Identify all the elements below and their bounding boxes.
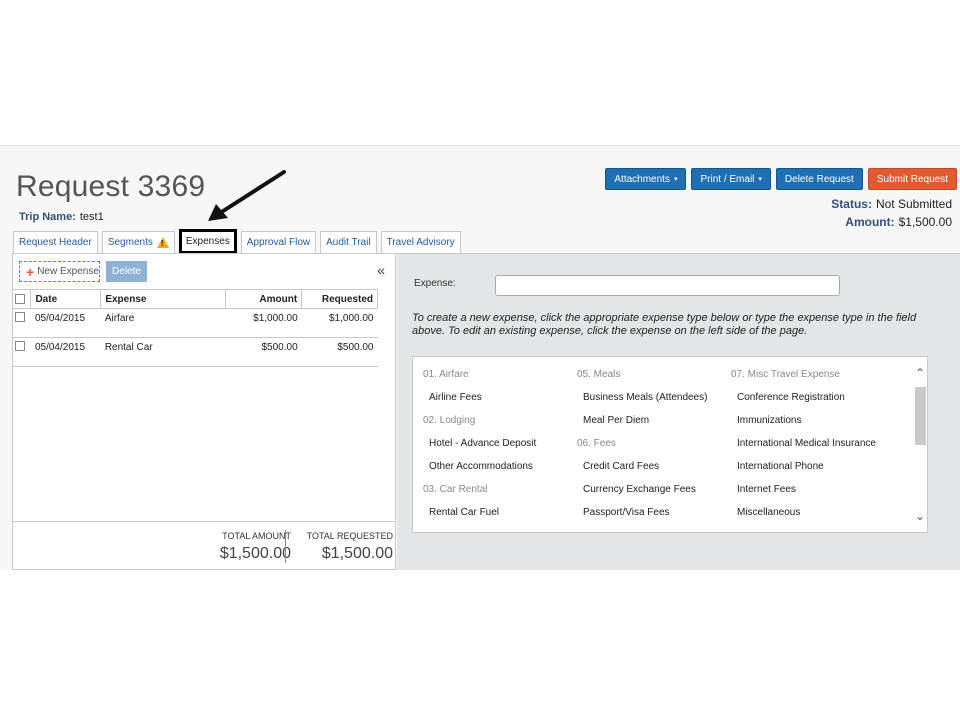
scrollbar-thumb[interactable] — [915, 387, 926, 445]
expense-field-label: Expense: — [414, 278, 456, 289]
chevron-up-icon[interactable]: ⌃ — [915, 366, 925, 380]
list-item[interactable]: Other Accommodations — [413, 461, 563, 484]
new-expense-button[interactable]: + New Expense — [19, 261, 100, 282]
trip-name-value: test1 — [79, 211, 104, 223]
tab-approval-flow[interactable]: Approval Flow — [240, 231, 317, 253]
tab-travel-advisory[interactable]: Travel Advisory — [380, 231, 461, 253]
total-requested-label: TOTAL REQUESTED — [306, 531, 393, 541]
total-amount: TOTAL AMOUNT $1,500.00 — [220, 531, 291, 563]
trip-name-label: Trip Name: — [19, 211, 76, 223]
tab-request-header[interactable]: Request Header — [13, 231, 98, 253]
group-heading: 05. Meals — [577, 369, 621, 380]
tab-expenses[interactable]: Expenses — [178, 229, 237, 254]
toolbar: Attachments ▾ Print / Email ▾ Delete Reque… — [605, 168, 957, 190]
cell-date: 05/04/2015 — [30, 308, 101, 338]
group-heading: 07. Misc Travel Expense — [731, 369, 840, 380]
list-item[interactable]: Hotel - Advance Deposit — [413, 438, 563, 461]
attachments-button[interactable]: Attachments ▾ — [605, 168, 687, 190]
column-header-amount[interactable]: Amount — [225, 289, 303, 309]
list-item[interactable]: Meal Per Diem — [567, 415, 717, 438]
cell-amount: $500.00 — [225, 337, 302, 367]
tab-segments-label: Segments — [107, 237, 153, 248]
group-heading: 06. Fees — [577, 438, 616, 449]
status-value: Not Submitted — [875, 197, 952, 211]
totals-bar: TOTAL AMOUNT $1,500.00 TOTAL REQUESTED $… — [13, 521, 395, 569]
column-header-expense[interactable]: Expense — [100, 289, 227, 309]
cell-requested: $1,000.00 — [301, 308, 378, 338]
tab-audit-trail[interactable]: Audit Trail — [320, 231, 377, 253]
expenses-list-panel: + New Expense Delete « Date Expense Amou… — [12, 253, 396, 570]
expense-type-column: 01. Airfare Airline Fees 02. Lodging Hot… — [413, 369, 563, 530]
list-item[interactable]: Miscellaneous — [721, 507, 911, 530]
totals-divider — [285, 530, 286, 563]
tab-segments[interactable]: Segments ! — [101, 231, 175, 253]
list-item[interactable]: Currency Exchange Fees — [567, 484, 717, 507]
attachments-label: Attachments — [614, 173, 670, 185]
total-requested: TOTAL REQUESTED $1,500.00 — [307, 531, 393, 563]
list-item[interactable]: Credit Card Fees — [567, 461, 717, 484]
cell-requested: $500.00 — [301, 337, 378, 367]
submit-request-button[interactable]: Submit Request — [867, 168, 957, 190]
request-page: Request 3369 Trip Name: test1 Attachments… — [0, 145, 960, 570]
request-status: Status: Not Submitted Amount: $1,500.00 — [831, 195, 952, 231]
list-item[interactable]: Airline Fees — [413, 392, 563, 415]
cell-date: 05/04/2015 — [30, 337, 101, 367]
list-item[interactable]: Immunizations — [721, 415, 911, 438]
expense-detail-panel: Expense: To create a new expense, click … — [397, 253, 960, 570]
total-amount-label: TOTAL AMOUNT — [222, 531, 291, 541]
caret-down-icon: ▾ — [673, 176, 678, 183]
list-item[interactable]: Business Meals (Attendees) — [567, 392, 717, 415]
collapse-panel-icon[interactable]: « — [377, 262, 385, 278]
list-item[interactable]: Passport/Visa Fees — [567, 507, 717, 530]
warning-icon: ! — [156, 237, 169, 248]
expense-type-list: 01. Airfare Airline Fees 02. Lodging Hot… — [412, 356, 928, 533]
list-item[interactable]: Conference Registration — [721, 392, 911, 415]
status-label: Status: — [831, 197, 872, 211]
list-scrollbar[interactable]: ⌃ ⌄ — [913, 357, 927, 532]
total-amount-value: $1,500.00 — [219, 545, 291, 562]
expense-type-column: 05. Meals Business Meals (Attendees) Mea… — [567, 369, 717, 530]
expense-type-input[interactable] — [495, 275, 840, 296]
list-item[interactable]: Rental Car Fuel — [413, 507, 563, 530]
table-header-row: Date Expense Amount Requested — [13, 289, 378, 309]
expenses-table: Date Expense Amount Requested 05/04/2015… — [13, 289, 378, 367]
list-item[interactable]: International Medical Insurance — [721, 438, 911, 461]
caret-down-icon: ▾ — [758, 176, 762, 183]
page-title: Request 3369 — [16, 170, 206, 203]
delete-request-button[interactable]: Delete Request — [775, 168, 863, 190]
annotation-arrow-icon — [208, 170, 286, 221]
list-item[interactable]: Internet Fees — [721, 484, 911, 507]
amount-label: Amount: — [845, 215, 895, 229]
instructions-text: To create a new expense, click the appro… — [412, 312, 917, 337]
group-heading: 01. Airfare — [423, 369, 469, 380]
table-row[interactable]: 05/04/2015 Rental Car $500.00 $500.00 — [13, 337, 378, 367]
chevron-down-icon[interactable]: ⌄ — [915, 509, 925, 523]
cell-expense: Rental Car — [100, 337, 226, 367]
tab-bar: Request Header Segments ! Expenses Appro… — [13, 229, 461, 254]
total-requested-value: $1,500.00 — [321, 545, 393, 562]
column-header-requested[interactable]: Requested — [301, 289, 378, 309]
cell-expense: Airfare — [100, 308, 226, 338]
column-header-date[interactable]: Date — [30, 289, 102, 309]
trip-name: Trip Name: test1 — [19, 211, 104, 223]
group-heading: 03. Car Rental — [423, 484, 488, 495]
print-email-label: Print / Email — [700, 173, 755, 185]
table-row[interactable]: 05/04/2015 Airfare $1,000.00 $1,000.00 — [13, 308, 378, 338]
cell-amount: $1,000.00 — [225, 308, 302, 338]
plus-icon: + — [26, 263, 35, 280]
expense-type-column: 07. Misc Travel Expense Conference Regis… — [721, 369, 911, 530]
group-heading: 02. Lodging — [423, 415, 476, 426]
new-expense-label: New Expense — [37, 266, 99, 277]
amount-value: $1,500.00 — [898, 215, 952, 229]
print-email-button[interactable]: Print / Email ▾ — [691, 168, 771, 190]
row-checkbox[interactable] — [15, 312, 25, 323]
select-all-checkbox[interactable] — [15, 293, 25, 304]
list-item[interactable]: International Phone — [721, 461, 911, 484]
row-checkbox[interactable] — [15, 341, 25, 352]
delete-expense-button[interactable]: Delete — [106, 261, 147, 282]
